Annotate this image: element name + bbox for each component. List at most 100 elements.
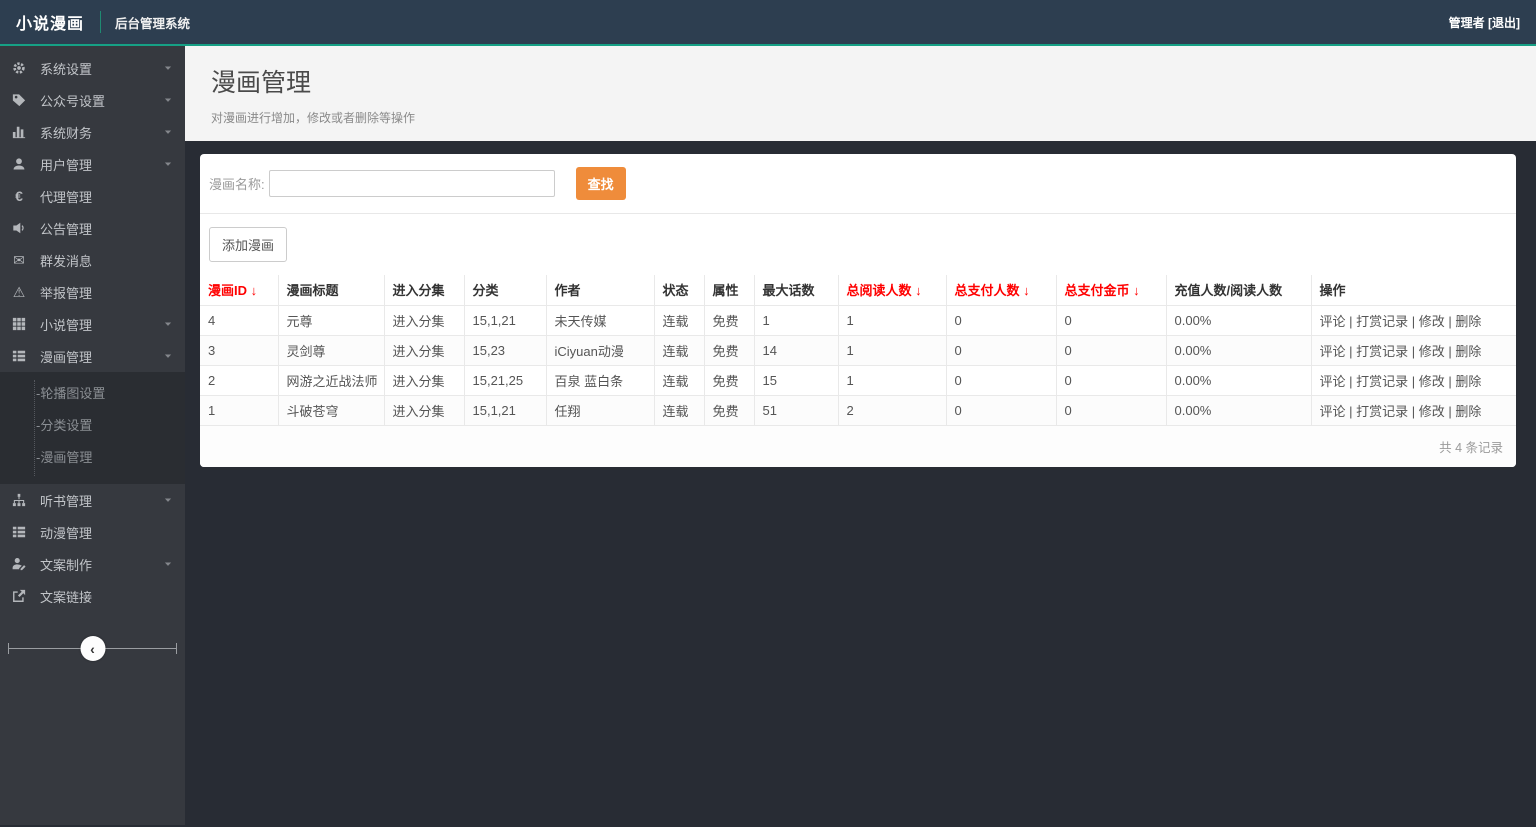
action-edit-link[interactable]: 修改 — [1419, 314, 1445, 329]
cell-enter: 进入分集 — [384, 395, 464, 425]
sidebar-item-mass-messaging[interactable]: ✉群发消息 — [0, 244, 185, 276]
euro-icon: € — [11, 188, 27, 204]
comic-name-input[interactable] — [269, 170, 555, 197]
cell-max_episodes: 15 — [754, 365, 838, 395]
sidebar-slider: ‹ — [8, 634, 177, 664]
sidebar-item-user-management[interactable]: 用户管理 — [0, 148, 185, 180]
sidebar-item-label: 文案链接 — [40, 587, 92, 606]
action-delete-link[interactable]: 删除 — [1455, 374, 1481, 389]
sidebar-item-comic-management[interactable]: 漫画管理 — [0, 340, 185, 372]
cell-enter: 进入分集 — [384, 335, 464, 365]
sidebar-item-audiobook-management[interactable]: 听书管理 — [0, 484, 185, 516]
column-header-total_coins[interactable]: 总支付金币 ↓ — [1056, 275, 1166, 305]
external-link-icon — [11, 588, 27, 604]
sidebar-item-agent-management[interactable]: €代理管理 — [0, 180, 185, 212]
enter-episodes-link[interactable]: 进入分集 — [393, 344, 445, 359]
sidebar-item-system-finance[interactable]: 系统财务 — [0, 116, 185, 148]
sidebar-item-system-settings[interactable]: 系统设置 — [0, 52, 185, 84]
action-comment-link[interactable]: 评论 — [1320, 344, 1346, 359]
column-header-ratio: 充值人数/阅读人数 — [1166, 275, 1311, 305]
sidebar-item-anime-management[interactable]: 动漫管理 — [0, 516, 185, 548]
column-header-author: 作者 — [546, 275, 654, 305]
sidebar-item-label: 公告管理 — [40, 219, 92, 238]
sidebar-subitem-comic-management-sub[interactable]: -漫画管理 — [0, 442, 185, 474]
column-header-id[interactable]: 漫画ID ↓ — [200, 275, 278, 305]
enter-episodes-link[interactable]: 进入分集 — [393, 404, 445, 419]
comic-table: 漫画ID ↓漫画标题进入分集分类作者状态属性最大话数总阅读人数 ↓总支付人数 ↓… — [200, 275, 1516, 426]
sidebar-item-announcement-management[interactable]: 公告管理 — [0, 212, 185, 244]
cell-ratio: 0.00% — [1166, 395, 1311, 425]
collapse-sidebar-handle[interactable]: ‹ — [80, 636, 105, 661]
action-comment-link[interactable]: 评论 — [1320, 374, 1346, 389]
cell-actions: 评论 | 打赏记录 | 修改 | 删除 — [1311, 395, 1516, 425]
sidebar-item-label: 系统财务 — [40, 123, 92, 142]
sidebar-item-copywriting-links[interactable]: 文案链接 — [0, 580, 185, 612]
search-button[interactable]: 查找 — [576, 167, 626, 200]
cell-actions: 评论 | 打赏记录 | 修改 | 删除 — [1311, 365, 1516, 395]
column-header-attr: 属性 — [704, 275, 754, 305]
logout-link[interactable]: [退出] — [1488, 16, 1520, 30]
cell-total_payers: 0 — [946, 335, 1056, 365]
cell-total_readers: 1 — [838, 365, 946, 395]
sidebar-item-label: 文案制作 — [40, 555, 92, 574]
sidebar-subitem-carousel-settings[interactable]: -轮播图设置 — [0, 378, 185, 410]
column-header-total_readers[interactable]: 总阅读人数 ↓ — [838, 275, 946, 305]
action-edit-link[interactable]: 修改 — [1419, 344, 1445, 359]
cell-attr: 免费 — [704, 305, 754, 335]
cell-category: 15,23 — [464, 335, 546, 365]
system-subtitle: 后台管理系统 — [115, 13, 190, 32]
cell-author: 任翔 — [546, 395, 654, 425]
cell-actions: 评论 | 打赏记录 | 修改 | 删除 — [1311, 335, 1516, 365]
warning-icon: ⚠ — [11, 284, 27, 300]
cell-total_readers: 2 — [838, 395, 946, 425]
cell-category: 15,1,21 — [464, 305, 546, 335]
action-delete-link[interactable]: 删除 — [1455, 404, 1481, 419]
chevron-down-icon — [163, 93, 173, 108]
sidebar-item-copywriting-creation[interactable]: 文案制作 — [0, 548, 185, 580]
cell-status: 连载 — [654, 365, 704, 395]
action-delete-link[interactable]: 删除 — [1455, 314, 1481, 329]
action-comment-link[interactable]: 评论 — [1320, 314, 1346, 329]
cell-enter: 进入分集 — [384, 305, 464, 335]
sidebar-item-label: 漫画管理 — [40, 347, 92, 366]
sidebar-item-official-account-settings[interactable]: 公众号设置 — [0, 84, 185, 116]
brand-divider — [100, 11, 101, 33]
action-reward-log-link[interactable]: 打赏记录 — [1356, 374, 1408, 389]
enter-episodes-link[interactable]: 进入分集 — [393, 374, 445, 389]
action-delete-link[interactable]: 删除 — [1455, 344, 1481, 359]
user-name: 管理者 — [1449, 16, 1485, 30]
tag-icon — [11, 92, 27, 108]
action-edit-link[interactable]: 修改 — [1419, 404, 1445, 419]
table-row: 2网游之近战法师进入分集15,21,25百泉 蓝白条连载免费151000.00%… — [200, 365, 1516, 395]
bar-chart-icon — [11, 124, 27, 140]
cell-id: 2 — [200, 365, 278, 395]
cell-total_coins: 0 — [1056, 395, 1166, 425]
column-header-status: 状态 — [654, 275, 704, 305]
user-icon — [11, 156, 27, 172]
search-label: 漫画名称: — [209, 174, 265, 193]
action-reward-log-link[interactable]: 打赏记录 — [1356, 404, 1408, 419]
sidebar-item-label: 听书管理 — [40, 491, 92, 510]
cell-total_payers: 0 — [946, 305, 1056, 335]
sidebar-menu: 系统设置公众号设置系统财务用户管理€代理管理公告管理 ✉群发消息⚠举报管理小说管理… — [0, 52, 185, 612]
cell-actions: 评论 | 打赏记录 | 修改 | 删除 — [1311, 305, 1516, 335]
chevron-down-icon — [163, 157, 173, 172]
cell-title: 网游之近战法师 — [278, 365, 384, 395]
sidebar-item-novel-management[interactable]: 小说管理 — [0, 308, 185, 340]
action-edit-link[interactable]: 修改 — [1419, 374, 1445, 389]
action-reward-log-link[interactable]: 打赏记录 — [1356, 344, 1408, 359]
enter-episodes-link[interactable]: 进入分集 — [393, 314, 445, 329]
cell-total_coins: 0 — [1056, 365, 1166, 395]
column-header-total_payers[interactable]: 总支付人数 ↓ — [946, 275, 1056, 305]
cell-total_readers: 1 — [838, 305, 946, 335]
cell-ratio: 0.00% — [1166, 335, 1311, 365]
sidebar-subitem-category-settings[interactable]: -分类设置 — [0, 410, 185, 442]
sidebar-item-report-management[interactable]: ⚠举报管理 — [0, 276, 185, 308]
column-header-actions: 操作 — [1311, 275, 1516, 305]
action-reward-log-link[interactable]: 打赏记录 — [1356, 314, 1408, 329]
action-comment-link[interactable]: 评论 — [1320, 404, 1346, 419]
add-comic-button[interactable]: 添加漫画 — [209, 227, 287, 262]
search-bar: 漫画名称: 查找 — [200, 154, 1516, 213]
column-header-category: 分类 — [464, 275, 546, 305]
page-title: 漫画管理 — [211, 63, 1510, 99]
